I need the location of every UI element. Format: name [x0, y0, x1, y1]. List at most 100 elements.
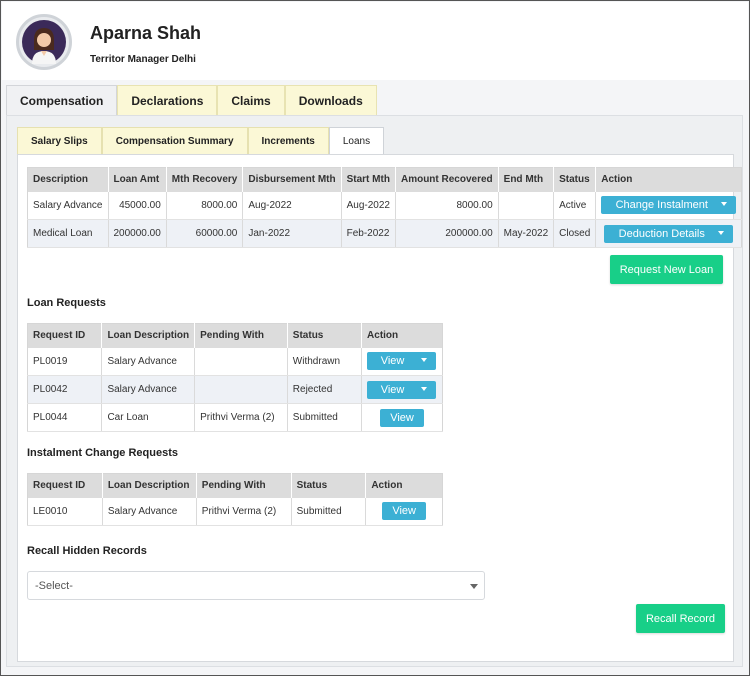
view-dropdown-button[interactable]: View	[367, 352, 437, 371]
cell-loan-amt: 45000.00	[108, 191, 167, 220]
view-button[interactable]: View	[382, 502, 427, 521]
col-loan-amt: Loan Amt	[108, 167, 167, 192]
col-start-mth: Start Mth	[341, 167, 396, 192]
cell-loan-description: Salary Advance	[101, 375, 196, 404]
subtab-salary-slips[interactable]: Salary Slips	[17, 127, 102, 155]
cell-request-id: PL0044	[27, 403, 103, 432]
cell-end: May-2022	[498, 219, 555, 248]
col-action: Action	[595, 167, 742, 192]
col-action: Action	[361, 323, 443, 348]
table-row: PL0044 Car Loan Prithvi Verma (2) Submit…	[27, 403, 443, 432]
loan-requests-header-row: Request ID Loan Description Pending With…	[27, 323, 443, 348]
cell-mth-recovery: 8000.00	[166, 191, 244, 220]
tab-declarations[interactable]: Declarations	[117, 85, 218, 116]
cell-status: Withdrawn	[287, 347, 363, 376]
col-description: Description	[27, 167, 109, 192]
col-disbursement-mth: Disbursement Mth	[242, 167, 342, 192]
loans-header-row: Description Loan Amt Mth Recovery Disbur…	[27, 167, 742, 192]
profile-header: Aparna Shah Territor Manager Delhi	[2, 2, 748, 80]
deduction-details-label: Deduction Details	[618, 227, 705, 240]
table-row: Medical Loan 200000.00 60000.00 Jan-2022…	[27, 219, 742, 248]
cell-status: Submitted	[291, 497, 367, 526]
cell-action: View	[361, 403, 443, 432]
loans-table: Description Loan Amt Mth Recovery Disbur…	[27, 167, 743, 248]
cell-action: View	[361, 375, 443, 404]
change-instalment-label: Change Instalment	[615, 199, 708, 212]
view-label: View	[380, 355, 405, 368]
cell-pending-with	[194, 347, 288, 376]
tab-claims[interactable]: Claims	[217, 85, 285, 116]
col-mth-recovery: Mth Recovery	[166, 167, 244, 192]
deduction-details-button[interactable]: Deduction Details	[604, 224, 734, 243]
subtab-loans[interactable]: Loans	[328, 127, 385, 155]
content-area: Salary Slips Compensation Summary Increm…	[6, 115, 743, 667]
table-row: LE0010 Salary Advance Prithvi Verma (2) …	[27, 497, 443, 526]
cell-action: Deduction Details	[595, 219, 742, 248]
cell-pending-with: Prithvi Verma (2)	[194, 403, 288, 432]
col-loan-description: Loan Description	[101, 323, 196, 348]
caret-down-icon	[421, 386, 428, 391]
request-new-loan-button[interactable]: Request New Loan	[610, 255, 723, 284]
caret-down-icon	[421, 358, 428, 363]
col-loan-description: Loan Description	[102, 473, 197, 498]
cell-request-id: LE0010	[27, 497, 103, 526]
subtab-increments[interactable]: Increments	[247, 127, 329, 155]
cell-recovered: 200000.00	[395, 219, 499, 248]
cell-action: Change Instalment	[595, 191, 742, 220]
cell-action: View	[361, 347, 443, 376]
chevron-down-icon	[470, 584, 478, 589]
recall-select[interactable]: -Select-	[27, 571, 485, 600]
cell-status: Submitted	[287, 403, 363, 432]
user-avatar-icon	[22, 20, 66, 64]
table-row: PL0042 Salary Advance Rejected View	[27, 375, 443, 404]
col-status: Status	[291, 473, 367, 498]
view-label: View	[380, 383, 405, 396]
col-pending-with: Pending With	[196, 473, 292, 498]
cell-loan-amt: 200000.00	[108, 219, 167, 248]
col-request-id: Request ID	[27, 473, 103, 498]
cell-disbursement: Aug-2022	[242, 191, 342, 220]
cell-recovered: 8000.00	[395, 191, 499, 220]
cell-loan-description: Car Loan	[101, 403, 196, 432]
cell-request-id: PL0019	[27, 347, 103, 376]
instalment-requests-title: Instalment Change Requests	[27, 447, 178, 459]
avatar	[16, 14, 72, 70]
cell-loan-description: Salary Advance	[101, 347, 196, 376]
col-amount-recovered: Amount Recovered	[395, 167, 499, 192]
tab-compensation[interactable]: Compensation	[6, 85, 118, 116]
tab-downloads[interactable]: Downloads	[284, 85, 377, 116]
instalment-header-row: Request ID Loan Description Pending With…	[27, 473, 443, 498]
view-dropdown-button[interactable]: View	[367, 380, 437, 399]
cell-status: Rejected	[287, 375, 363, 404]
change-instalment-button[interactable]: Change Instalment	[601, 196, 737, 215]
loans-panel: Description Loan Amt Mth Recovery Disbur…	[17, 154, 743, 662]
cell-start: Aug-2022	[341, 191, 396, 220]
cell-action: View	[365, 497, 443, 526]
col-end-mth: End Mth	[498, 167, 555, 192]
cell-status: Active	[553, 191, 597, 220]
caret-down-icon	[718, 230, 725, 235]
cell-mth-recovery: 60000.00	[166, 219, 244, 248]
cell-status: Closed	[553, 219, 597, 248]
subtab-compensation-summary[interactable]: Compensation Summary	[101, 127, 248, 155]
instalment-requests-table: Request ID Loan Description Pending With…	[27, 473, 443, 526]
cell-pending-with: Prithvi Verma (2)	[196, 497, 292, 526]
profile-role: Territor Manager Delhi	[90, 54, 196, 65]
cell-loan-description: Salary Advance	[102, 497, 197, 526]
col-request-id: Request ID	[27, 323, 103, 348]
cell-disbursement: Jan-2022	[242, 219, 342, 248]
col-status: Status	[553, 167, 597, 192]
view-button[interactable]: View	[380, 408, 425, 427]
table-row: Salary Advance 45000.00 8000.00 Aug-2022…	[27, 191, 742, 220]
cell-end	[498, 191, 555, 220]
table-row: PL0019 Salary Advance Withdrawn View	[27, 347, 443, 376]
cell-description: Medical Loan	[27, 219, 109, 248]
recall-record-button[interactable]: Recall Record	[636, 604, 725, 633]
col-status: Status	[287, 323, 363, 348]
profile-name: Aparna Shah	[90, 23, 202, 43]
loan-requests-title: Loan Requests	[27, 297, 106, 309]
cell-request-id: PL0042	[27, 375, 103, 404]
caret-down-icon	[721, 202, 728, 207]
cell-description: Salary Advance	[27, 191, 109, 220]
app-frame: Aparna Shah Territor Manager Delhi Compe…	[0, 0, 750, 676]
